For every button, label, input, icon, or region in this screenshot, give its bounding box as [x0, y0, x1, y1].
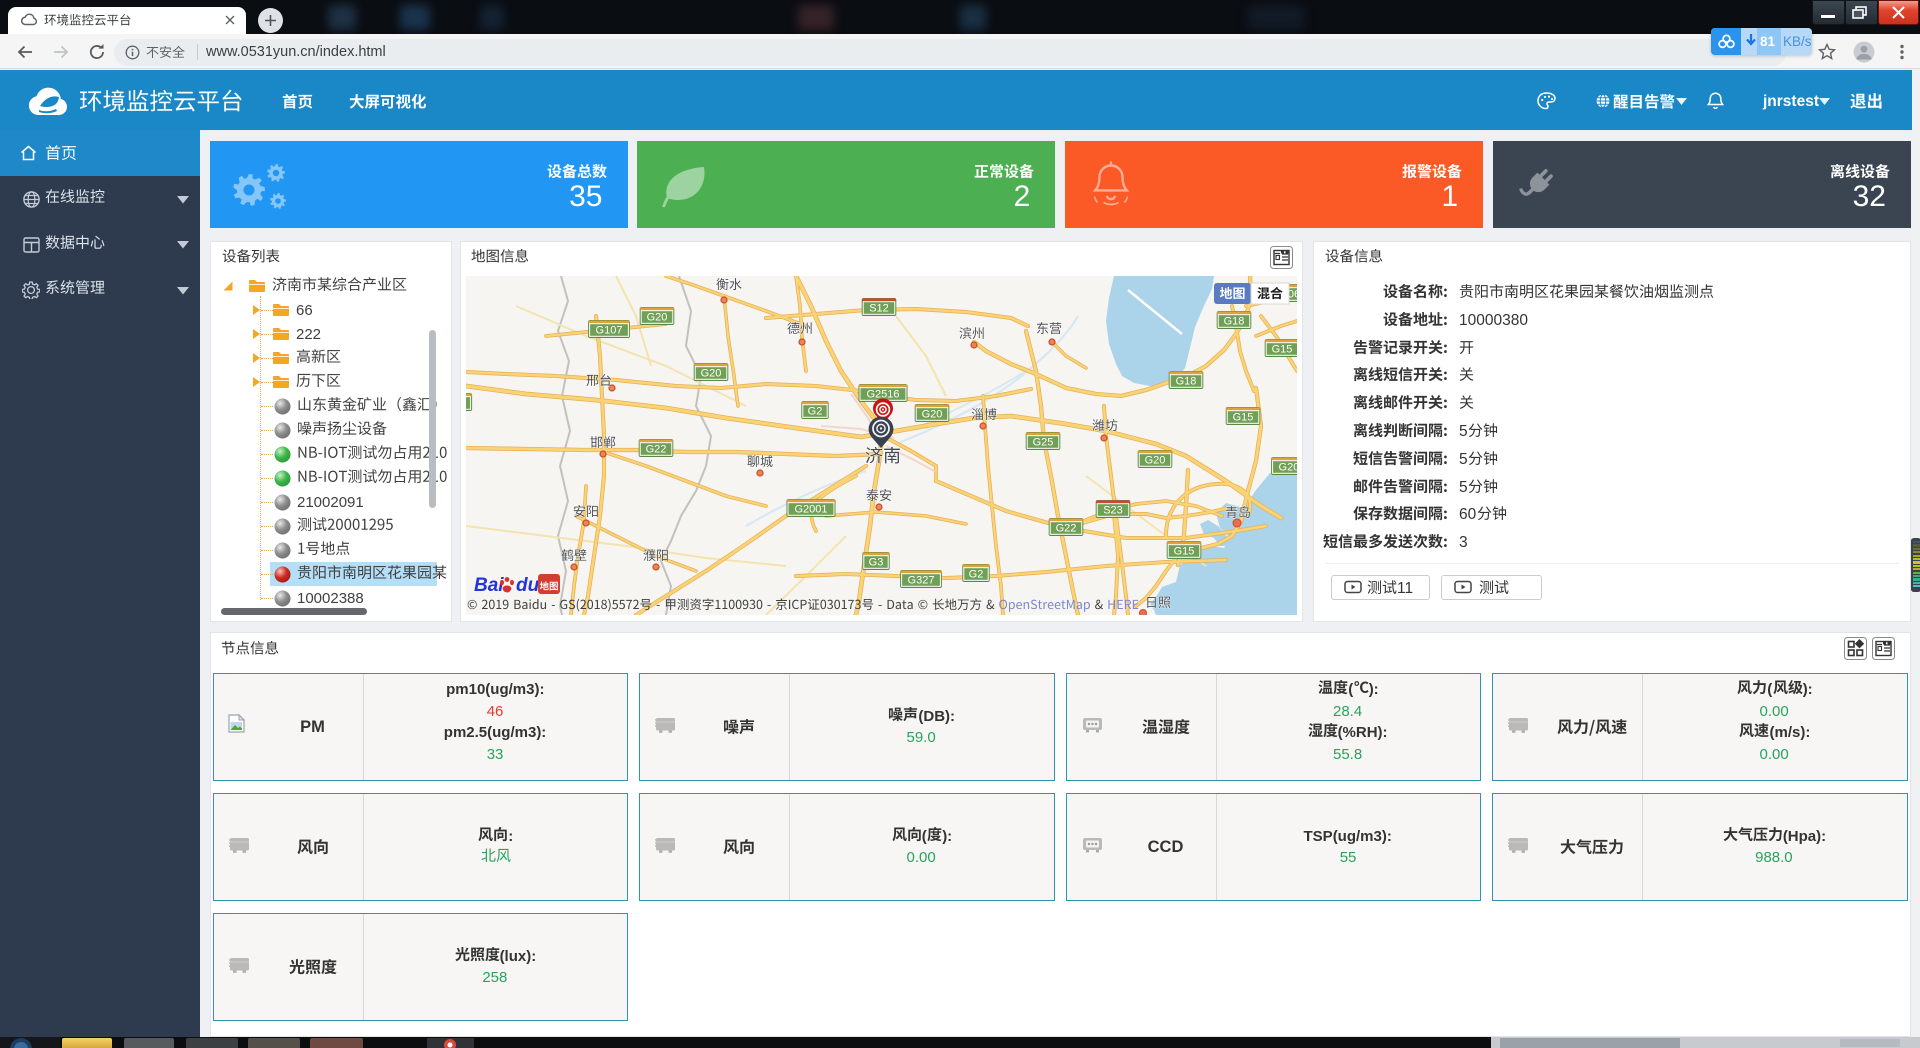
svg-text:G15: G15	[1272, 344, 1293, 356]
svg-text:Bai: Bai	[474, 575, 504, 596]
svg-text:G18: G18	[1224, 316, 1245, 328]
svg-text:G327: G327	[908, 575, 935, 587]
svg-text:G2: G2	[969, 569, 984, 581]
svg-text:G22: G22	[1056, 523, 1077, 535]
svg-text:S23: S23	[1103, 505, 1123, 517]
svg-text:G3: G3	[869, 557, 884, 569]
svg-text:G18: G18	[1176, 376, 1197, 388]
svg-text:G2001: G2001	[794, 504, 827, 516]
svg-text:G20: G20	[1145, 455, 1166, 467]
svg-text:S12: S12	[869, 303, 889, 315]
svg-text:G15: G15	[1233, 412, 1254, 424]
svg-text:G107: G107	[596, 325, 623, 337]
svg-text:G25: G25	[1033, 437, 1054, 449]
svg-text:du: du	[516, 575, 540, 596]
svg-text:G15: G15	[1174, 546, 1195, 558]
svg-text:G2: G2	[808, 406, 823, 418]
svg-text:G20: G20	[701, 368, 722, 380]
svg-text:G20: G20	[647, 312, 668, 324]
svg-text:G20: G20	[922, 409, 943, 421]
svg-text:G22: G22	[646, 444, 667, 456]
svg-text:G204: G204	[1279, 462, 1297, 474]
